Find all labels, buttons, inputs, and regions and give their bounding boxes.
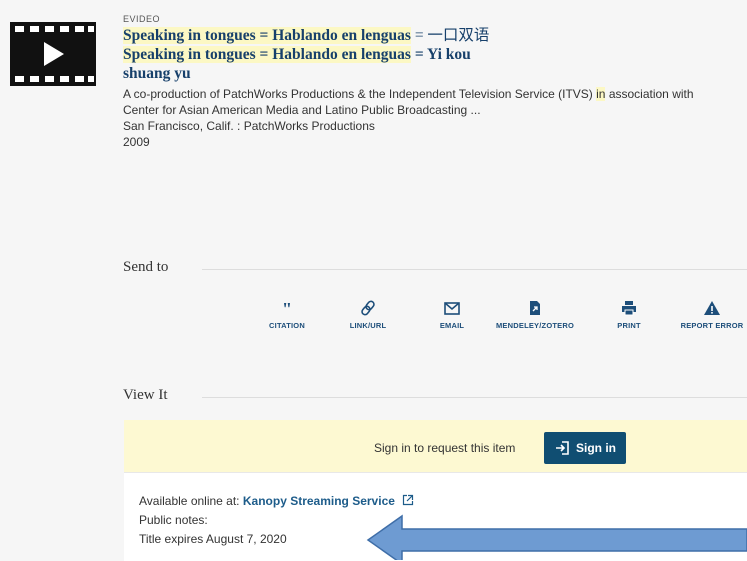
- annotation-arrow-icon: [366, 514, 747, 560]
